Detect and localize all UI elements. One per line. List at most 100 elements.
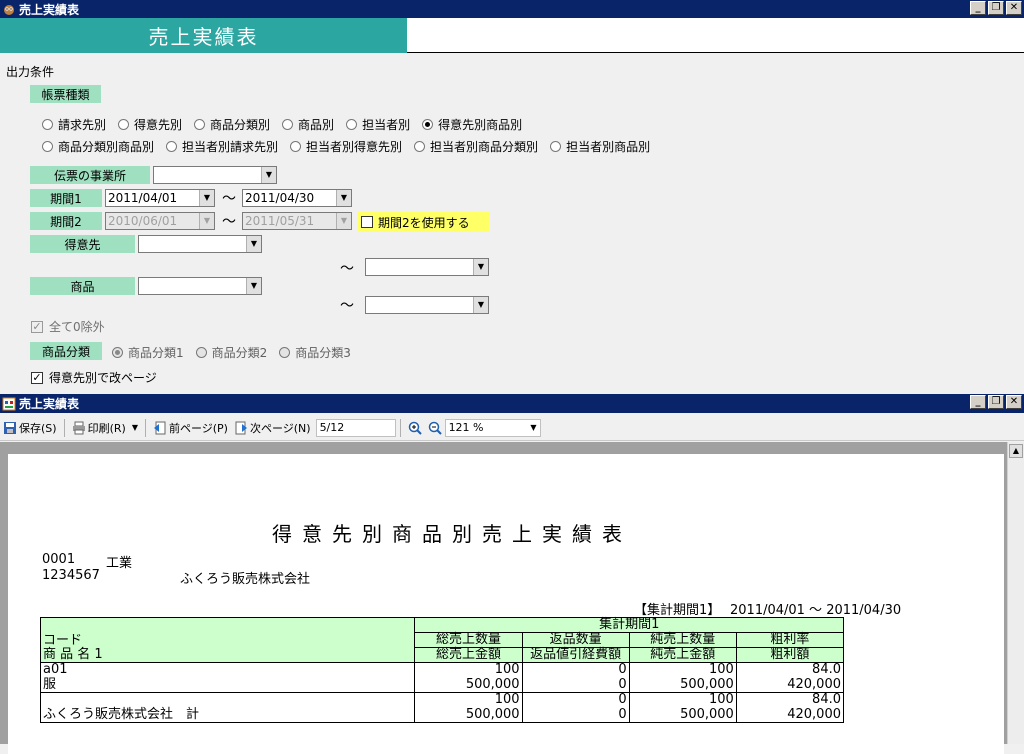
customer-to-select[interactable]: ▼ <box>365 258 489 276</box>
next-page-button[interactable]: 次ページ(N) <box>231 420 314 436</box>
toolbar-separator <box>399 418 401 437</box>
total-label: ふくろう販売株式会社 計 <box>39 692 416 723</box>
column-header: 純売上金額 <box>628 647 737 663</box>
page-break-option[interactable]: ✓ 得意先別で改ページ <box>31 369 157 386</box>
close-button[interactable]: ✕ <box>1006 395 1022 409</box>
main-window-titlebar: 売上実績表 _ ❐ ✕ <box>0 0 1024 18</box>
chevron-down-icon: ▼ <box>336 213 351 229</box>
minimize-button[interactable]: _ <box>970 1 986 15</box>
page-break-checkbox[interactable]: ✓ <box>31 371 43 384</box>
report-toolbar: 保存(S) 印刷(R) ▼ 前ページ(P) 次ページ(N) 5/12 121 %… <box>0 415 1024 441</box>
code-name-header: コード 商 品 名 1 <box>39 617 416 663</box>
radio-button[interactable] <box>282 119 294 130</box>
use-period2-checkbox-area[interactable]: 期間2を使用する <box>358 212 490 232</box>
exclude-zero-checkbox: ✓ <box>31 319 43 333</box>
column-header: 返品値引経費額 <box>521 647 630 663</box>
prev-page-icon <box>153 421 166 434</box>
radio-button[interactable] <box>290 141 302 152</box>
radio-option[interactable]: 担当者別得意先別 <box>290 138 402 155</box>
range-tilde: ～ <box>222 214 236 230</box>
main-window-title: 売上実績表 <box>19 2 80 17</box>
radio-button[interactable] <box>194 119 206 130</box>
close-button[interactable]: ✕ <box>1006 1 1022 15</box>
period2-from-date: 2010/06/01 ▼ <box>105 212 215 230</box>
office-label: 伝票の事業所 <box>30 166 150 184</box>
customer-label: 得意先 <box>30 235 135 253</box>
toolbar-separator <box>63 418 65 437</box>
product-to-select[interactable]: ▼ <box>365 296 489 314</box>
column-header: 純売上数量 <box>628 632 737 648</box>
radio-button[interactable] <box>166 141 178 152</box>
radio-button <box>195 347 207 358</box>
scroll-up-icon[interactable]: ▲ <box>1009 444 1023 458</box>
radio-option[interactable]: 担当者別請求先別 <box>166 138 278 155</box>
radio-button-checked[interactable] <box>422 119 434 130</box>
cell-value: 100 <box>414 662 523 678</box>
radio-button[interactable] <box>414 141 426 152</box>
radio-option[interactable]: 商品分類別 <box>194 116 270 133</box>
vertical-scrollbar[interactable]: ▲ <box>1007 442 1024 744</box>
chevron-down-icon[interactable]: ▼ <box>473 297 488 313</box>
radio-option-selected[interactable]: 得意先別商品別 <box>422 116 522 133</box>
office-select[interactable]: ▼ <box>153 166 277 184</box>
restore-button[interactable]: ❐ <box>988 1 1004 15</box>
period1-to-date[interactable]: 2011/04/30 ▼ <box>242 189 352 207</box>
radio-button[interactable] <box>346 119 358 130</box>
table-header-row: コード 商 品 名 1 集計期間1 <box>39 617 844 663</box>
banner-spacer <box>407 18 1024 53</box>
zoom-out-button[interactable] <box>425 421 445 435</box>
radio-option: 商品分類3 <box>279 344 351 361</box>
report-type-radio-row-2: 商品分類別商品別 担当者別請求先別 担当者別得意先別 担当者別商品分類別 担当者… <box>42 138 662 155</box>
chevron-down-icon[interactable]: ▼ <box>530 420 536 436</box>
customer-from-select[interactable]: ▼ <box>138 235 262 253</box>
chevron-down-icon[interactable]: ▼ <box>336 190 351 206</box>
minimize-button[interactable]: _ <box>970 395 986 409</box>
radio-option[interactable]: 請求先別 <box>42 116 106 133</box>
use-period2-checkbox[interactable] <box>361 216 373 228</box>
cell-value: 420,000 <box>735 677 845 693</box>
cell-value: 420,000 <box>735 707 845 723</box>
chevron-down-icon[interactable]: ▼ <box>261 167 276 183</box>
prev-page-button[interactable]: 前ページ(P) <box>150 420 231 436</box>
chevron-down-icon[interactable]: ▼ <box>199 190 214 206</box>
zoom-in-button[interactable] <box>405 421 425 435</box>
radio-option[interactable]: 商品分類別商品別 <box>42 138 154 155</box>
radio-button[interactable] <box>118 119 130 130</box>
radio-button[interactable] <box>42 119 53 130</box>
cell-value: 0 <box>521 662 630 678</box>
cell-value: 500,000 <box>628 677 737 693</box>
cell-value: 84.0 <box>735 662 845 678</box>
cell-value: 84.0 <box>735 692 845 708</box>
product-from-select[interactable]: ▼ <box>138 277 262 295</box>
radio-button <box>279 347 291 358</box>
chevron-down-icon[interactable]: ▼ <box>473 259 488 275</box>
radio-option[interactable]: 担当者別商品分類別 <box>414 138 538 155</box>
chevron-down-icon[interactable]: ▼ <box>246 236 261 252</box>
zoom-out-icon <box>428 421 442 435</box>
radio-button[interactable] <box>42 141 53 152</box>
chevron-down-icon[interactable]: ▼ <box>246 278 261 294</box>
toolbar-separator <box>144 418 146 437</box>
total-row: ふくろう販売株式会社 計 100 0 100 84.0 <box>39 692 845 723</box>
period1-from-date[interactable]: 2011/04/01 ▼ <box>105 189 215 207</box>
save-button[interactable]: 保存(S) <box>0 420 60 436</box>
dropdown-arrow-icon[interactable]: ▼ <box>132 423 138 432</box>
radio-button[interactable] <box>550 141 562 152</box>
radio-option[interactable]: 担当者別 <box>346 116 410 133</box>
radio-option[interactable]: 商品別 <box>282 116 334 133</box>
column-header: 総売上数量 <box>414 632 523 648</box>
cell-value: 100 <box>414 692 523 708</box>
restore-button[interactable]: ❐ <box>988 395 1004 409</box>
radio-option[interactable]: 得意先別 <box>118 116 182 133</box>
page-number-input[interactable]: 5/12 <box>315 418 396 437</box>
row-code: a01 <box>39 662 416 678</box>
cell-value: 0 <box>521 707 630 723</box>
period-group-header: 集計期間1 <box>414 617 844 633</box>
report-window-titlebar: 売上実績表 _ ❐ ✕ <box>0 394 1024 413</box>
zoom-select[interactable]: 121 % ▼ <box>444 418 541 437</box>
report-preview-area: 得意先別商品別売上実績表 0001 工業 1234567 ふくろう販売株式会社 … <box>0 442 1024 754</box>
exclude-zero-option: ✓ 全て0除外 <box>31 319 105 334</box>
print-button[interactable]: 印刷(R) ▼ <box>69 420 141 436</box>
radio-option[interactable]: 担当者別商品別 <box>550 138 650 155</box>
column-header: 粗利率 <box>735 632 845 648</box>
